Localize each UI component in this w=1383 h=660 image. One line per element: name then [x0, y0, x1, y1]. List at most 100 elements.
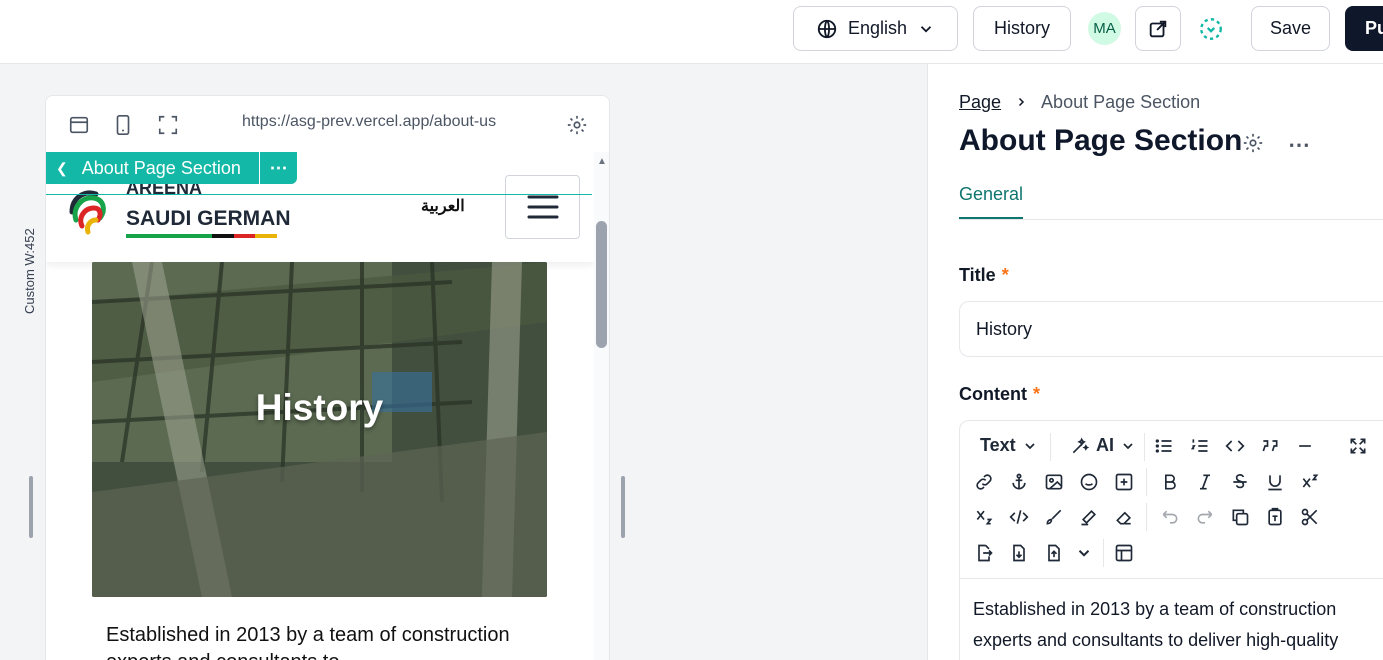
external-link-icon — [1147, 18, 1169, 40]
clear-format-button[interactable] — [1110, 503, 1138, 531]
viewport-size-label: Custom W:452 — [22, 228, 37, 314]
anchor-button[interactable] — [1005, 468, 1033, 496]
save-button[interactable]: Save — [1251, 6, 1330, 51]
subscript-button[interactable] — [970, 503, 998, 531]
resize-handle-right[interactable] — [621, 476, 625, 538]
italic-icon — [1200, 474, 1210, 490]
editor-content[interactable]: Established in 2013 by a team of constru… — [973, 594, 1373, 656]
language-select[interactable]: English — [793, 6, 958, 51]
undo-button[interactable] — [1156, 503, 1184, 531]
desktop-view-button[interactable] — [66, 112, 92, 138]
copy-button[interactable] — [1226, 503, 1254, 531]
copy-icon — [1232, 509, 1249, 526]
file-download-icon — [1013, 544, 1025, 562]
tab-general[interactable]: General — [959, 184, 1024, 219]
editor-toolbar-divider — [960, 578, 1383, 579]
hero-title: History — [255, 387, 384, 428]
section-more-button[interactable]: ⋯ — [1288, 132, 1310, 158]
selected-component-tag[interactable]: ❮ About Page Section — [46, 152, 259, 184]
scrollbar-thumb[interactable] — [596, 221, 607, 348]
mobile-view-button[interactable] — [110, 112, 136, 138]
horizontal-rule-button[interactable] — [1291, 432, 1319, 460]
breadcrumb-page-link[interactable]: Page — [959, 92, 1001, 113]
upload-button[interactable] — [1040, 539, 1068, 567]
chevron-left-icon: ❮ — [56, 159, 68, 176]
insert-block-button[interactable] — [1110, 468, 1138, 496]
rich-text-editor: Text AI Established in 2013 by a team of… — [959, 420, 1383, 660]
highlight-button[interactable] — [1075, 503, 1103, 531]
hamburger-icon — [527, 195, 558, 219]
link-icon — [976, 474, 992, 490]
quote-icon — [1262, 440, 1278, 452]
publish-button[interactable]: Pu — [1345, 6, 1383, 51]
fullscreen-editor-button[interactable] — [1344, 432, 1372, 460]
gear-icon — [1243, 133, 1263, 153]
layout-icon — [69, 116, 89, 134]
ai-assist-button[interactable]: AI — [1070, 435, 1136, 456]
language-link[interactable]: العربية — [421, 196, 465, 216]
emoji-button[interactable] — [1075, 468, 1103, 496]
more-icon: ⋯ — [269, 157, 288, 178]
title-input-value: History — [976, 318, 1033, 339]
text-style-select[interactable]: Text — [980, 435, 1038, 456]
ordered-list-button[interactable] — [1186, 432, 1214, 460]
page-title-text: About Page Section — [959, 124, 1243, 157]
paste-button[interactable] — [1261, 503, 1289, 531]
bullet-list-button[interactable] — [1150, 432, 1178, 460]
strikethrough-button[interactable] — [1226, 468, 1254, 496]
blockquote-button[interactable] — [1256, 432, 1284, 460]
breadcrumb: Page About Page Section — [959, 92, 1200, 113]
component-more-button[interactable]: ⋯ — [260, 152, 297, 184]
download-button[interactable] — [1005, 539, 1033, 567]
resize-handle-left[interactable] — [29, 476, 33, 538]
more-horizontal-icon: ⋯ — [1288, 132, 1310, 157]
globe-icon — [816, 18, 838, 40]
toolbar-divider — [1146, 468, 1147, 496]
export-button[interactable] — [970, 539, 998, 567]
required-marker: * — [1032, 384, 1040, 404]
underline-button[interactable] — [1261, 468, 1289, 496]
title-label-text: Title — [959, 265, 996, 285]
inline-code-button[interactable] — [1005, 503, 1033, 531]
maximize-icon — [1350, 438, 1366, 454]
table-button[interactable] — [1110, 539, 1138, 567]
page-title: About Page Section — [959, 124, 1242, 158]
more-tools-dropdown[interactable] — [1070, 539, 1098, 567]
history-label: History — [993, 18, 1050, 38]
plus-square-icon — [1115, 473, 1133, 491]
title-input[interactable]: History — [959, 301, 1383, 357]
table-icon — [1115, 544, 1133, 562]
image-button[interactable] — [1040, 468, 1068, 496]
toolbar-divider — [1146, 503, 1147, 531]
superscript-button[interactable] — [1296, 468, 1324, 496]
highlighter-icon — [1081, 509, 1097, 526]
save-label: Save — [1269, 18, 1312, 38]
top-bar: English History MA Save Pu — [0, 0, 1383, 64]
brush-button[interactable] — [1040, 503, 1068, 531]
bold-icon — [1165, 474, 1176, 490]
redo-button[interactable] — [1191, 503, 1219, 531]
open-external-button[interactable] — [1135, 6, 1181, 51]
code-button[interactable] — [1221, 432, 1249, 460]
company-logo-icon[interactable] — [62, 178, 122, 243]
scissors-icon — [1301, 508, 1318, 526]
history-button[interactable]: History — [973, 6, 1071, 51]
fullscreen-button[interactable] — [155, 112, 181, 138]
preview-frame: https://asg-prev.vercel.app/about-us ARE… — [45, 95, 610, 660]
bullet-list-icon — [1155, 439, 1172, 453]
preview-url: https://asg-prev.vercel.app/about-us — [242, 113, 497, 130]
cut-button[interactable] — [1296, 503, 1324, 531]
breadcrumb-current: About Page Section — [1041, 92, 1201, 112]
italic-button[interactable] — [1191, 468, 1219, 496]
phone-icon — [116, 115, 130, 135]
menu-button[interactable] — [505, 175, 580, 239]
sync-status-icon[interactable] — [1197, 15, 1225, 43]
bold-button[interactable] — [1156, 468, 1184, 496]
scroll-up-icon[interactable]: ▲ — [597, 156, 607, 167]
language-label: English — [847, 18, 908, 38]
link-button[interactable] — [970, 468, 998, 496]
avatar[interactable]: MA — [1088, 12, 1121, 45]
magic-wand-icon — [1072, 436, 1090, 453]
preview-settings-button[interactable] — [564, 112, 590, 138]
section-settings-button[interactable] — [1242, 132, 1264, 159]
